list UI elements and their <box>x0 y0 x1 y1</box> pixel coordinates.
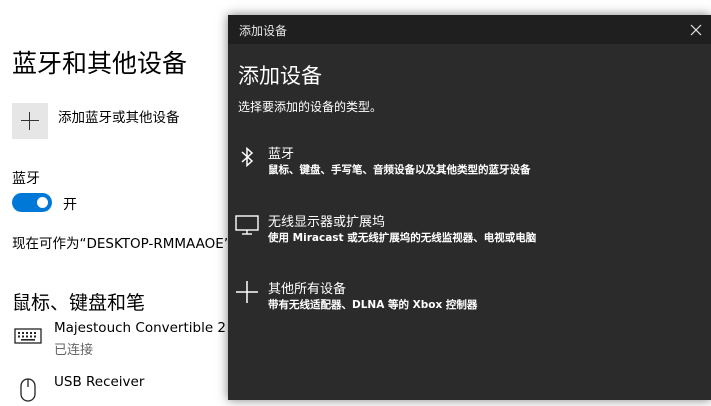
toggle-state-label: 开 <box>63 197 77 213</box>
bluetooth-toggle[interactable] <box>12 193 52 212</box>
device-item[interactable]: USB Receiver <box>12 374 144 406</box>
dialog-titlebar: 添加设备 <box>228 15 711 44</box>
option-description: 鼠标、键盘、手写笔、音频设备以及其他类型的蓝牙设备 <box>268 164 531 176</box>
section-heading: 鼠标、键盘和笔 <box>12 292 146 314</box>
mouse-icon <box>12 374 44 406</box>
add-device-label: 添加蓝牙或其他设备 <box>58 110 180 126</box>
option-description: 使用 Miracast 或无线扩展坞的无线监视器、电视或电脑 <box>268 232 537 244</box>
discoverable-text: 现在可作为“DESKTOP-RMMAAOE”被 <box>12 236 245 252</box>
option-title: 蓝牙 <box>268 147 295 162</box>
bluetooth-heading: 蓝牙 <box>12 171 40 187</box>
page-title: 蓝牙和其他设备 <box>12 49 188 78</box>
close-button[interactable] <box>685 19 707 41</box>
device-name: Majestouch Convertible 2 <box>54 320 227 336</box>
device-item[interactable]: Majestouch Convertible 2 已连接 <box>12 320 226 358</box>
option-title: 无线显示器或扩展坞 <box>268 215 386 230</box>
option-bluetooth[interactable]: 蓝牙 鼠标、键盘、手写笔、音频设备以及其他类型的蓝牙设备 <box>228 143 711 197</box>
option-wireless-display[interactable]: 无线显示器或扩展坞 使用 Miracast 或无线扩展坞的无线监视器、电视或电脑 <box>228 211 711 265</box>
keyboard-icon <box>12 320 44 352</box>
monitor-icon <box>233 211 261 239</box>
close-icon <box>690 24 702 36</box>
plus-icon <box>233 278 261 306</box>
option-title: 其他所有设备 <box>268 282 347 297</box>
add-plus-icon <box>12 103 48 139</box>
dialog-titlebar-text: 添加设备 <box>239 24 288 38</box>
bluetooth-icon <box>233 143 261 171</box>
device-status: 已连接 <box>54 343 94 358</box>
device-name: USB Receiver <box>54 374 145 390</box>
add-device-button[interactable]: 添加蓝牙或其他设备 <box>12 103 180 139</box>
toggle-knob <box>37 197 48 208</box>
dialog-subtitle: 选择要添加的设备的类型。 <box>238 100 383 114</box>
add-device-dialog: 添加设备 添加设备 选择要添加的设备的类型。 蓝牙 鼠标、键盘、手写笔、音频设备… <box>228 15 711 400</box>
dialog-heading: 添加设备 <box>238 64 322 88</box>
option-other-devices[interactable]: 其他所有设备 带有无线适配器、DLNA 等的 Xbox 控制器 <box>228 278 711 332</box>
option-description: 带有无线适配器、DLNA 等的 Xbox 控制器 <box>268 299 478 311</box>
